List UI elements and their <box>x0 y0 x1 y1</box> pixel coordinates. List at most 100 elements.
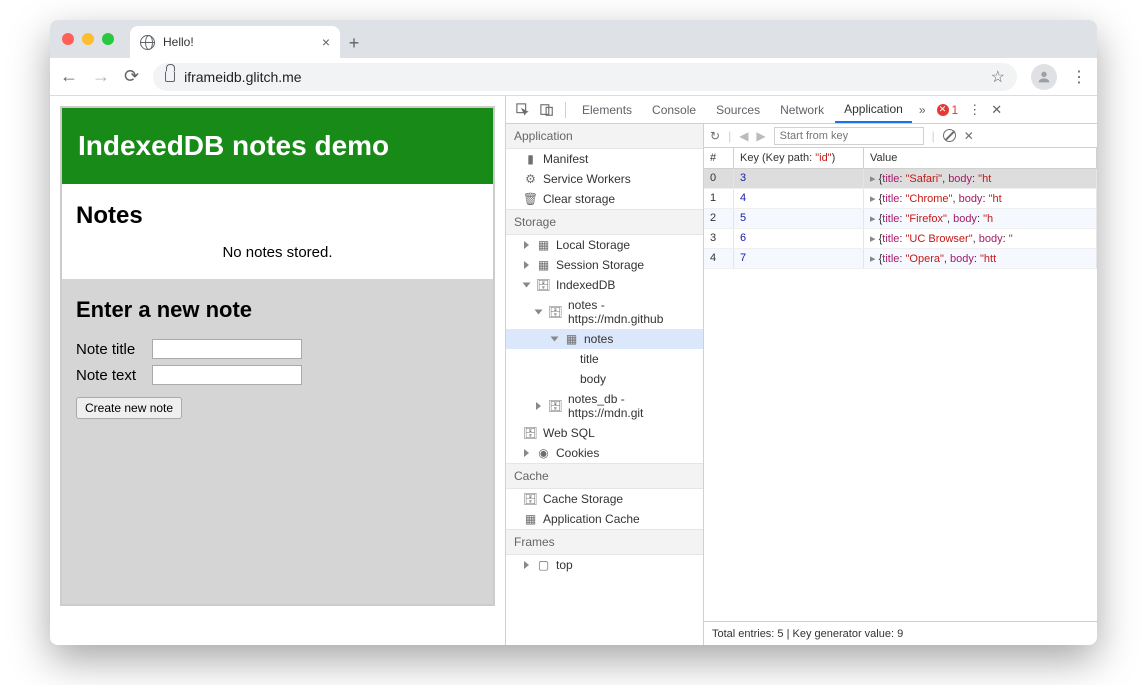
table-row[interactable]: 14▸ {title: "Chrome", body: "ht <box>704 189 1097 209</box>
data-table: # Key (Key path: "id") Value 03▸ {title:… <box>704 148 1097 621</box>
profile-button[interactable] <box>1031 64 1057 90</box>
notes-section: Notes No notes stored. <box>62 184 493 279</box>
notes-heading: Notes <box>76 202 479 230</box>
forward-button[interactable]: → <box>92 66 110 87</box>
note-text-input[interactable] <box>152 365 302 385</box>
notes-app: IndexedDB notes demo Notes No notes stor… <box>60 106 495 606</box>
tab-application[interactable]: Application <box>835 96 912 123</box>
trash-icon: 🗑 <box>524 193 537 206</box>
sidebar-item-notes-db[interactable]: 🗄notes - https://mdn.github <box>506 295 703 329</box>
gear-icon: ⚙ <box>524 173 537 186</box>
key-search-input[interactable] <box>774 127 924 145</box>
devtools-tabbar: Elements Console Sources Network Applica… <box>506 96 1097 124</box>
sidebar-item-websql[interactable]: 🗄Web SQL <box>506 423 703 443</box>
sidebar-item-local-storage[interactable]: ▦Local Storage <box>506 235 703 255</box>
database-icon: 🗄 <box>524 427 537 440</box>
delete-icon[interactable]: ✕ <box>964 129 974 143</box>
application-sidebar: Application ▮Manifest ⚙Service Workers 🗑… <box>506 124 704 645</box>
section-storage: Storage <box>506 209 703 235</box>
file-icon: ▮ <box>524 153 537 166</box>
close-tab-icon[interactable]: × <box>322 34 330 50</box>
error-badge[interactable]: ✕1 <box>933 103 963 117</box>
sidebar-item-top-frame[interactable]: ▢top <box>506 555 703 575</box>
sidebar-item-cookies[interactable]: ◉Cookies <box>506 443 703 463</box>
tab-strip: Hello! × + <box>50 20 1097 58</box>
prev-page-icon[interactable]: ◀ <box>739 129 748 143</box>
sidebar-item-app-cache[interactable]: ▦Application Cache <box>506 509 703 529</box>
sidebar-item-indexeddb[interactable]: 🗄IndexedDB <box>506 275 703 295</box>
database-icon: 🗄 <box>549 400 562 413</box>
more-tabs-icon[interactable]: » <box>914 103 931 117</box>
inspect-icon[interactable] <box>512 103 534 117</box>
sidebar-item-service-workers[interactable]: ⚙Service Workers <box>506 169 703 189</box>
database-icon: 🗄 <box>537 279 550 292</box>
sidebar-item-title-index[interactable]: title <box>506 349 703 369</box>
content-area: IndexedDB notes demo Notes No notes stor… <box>50 96 1097 645</box>
table-header: # Key (Key path: "id") Value <box>704 148 1097 169</box>
toolbar: ← → ⟳ iframeidb.glitch.me ☆ ⋮ <box>50 58 1097 96</box>
device-icon[interactable] <box>536 103 558 117</box>
minimize-window-icon[interactable] <box>82 33 94 45</box>
cookie-icon: ◉ <box>537 447 550 460</box>
devtools-panel: Elements Console Sources Network Applica… <box>505 96 1097 645</box>
sidebar-item-notes-store[interactable]: ▦notes <box>506 329 703 349</box>
frame-icon: ▢ <box>537 559 550 572</box>
tab-network[interactable]: Network <box>771 96 833 123</box>
maximize-window-icon[interactable] <box>102 33 114 45</box>
storage-icon: ▦ <box>537 259 550 272</box>
menu-button[interactable]: ⋮ <box>1071 67 1087 87</box>
note-text-label: Note text <box>76 367 152 384</box>
database-icon: 🗄 <box>549 306 562 319</box>
sidebar-item-cache-storage[interactable]: 🗄Cache Storage <box>506 489 703 509</box>
new-tab-button[interactable]: + <box>340 33 368 54</box>
clear-icon[interactable] <box>943 129 956 142</box>
col-value[interactable]: Value <box>864 148 1097 168</box>
sidebar-item-notes-db2[interactable]: 🗄notes_db - https://mdn.git <box>506 389 703 423</box>
tab-console[interactable]: Console <box>643 96 705 123</box>
window-controls <box>62 33 114 45</box>
sidebar-item-clear-storage[interactable]: 🗑Clear storage <box>506 189 703 209</box>
create-note-button[interactable]: Create new note <box>76 397 182 419</box>
data-panel: ↻ | ◀ ▶ | ✕ # Key (Key path: "id") Va <box>704 124 1097 645</box>
database-icon: 🗄 <box>524 493 537 506</box>
sidebar-item-body-index[interactable]: body <box>506 369 703 389</box>
address-bar[interactable]: iframeidb.glitch.me ☆ <box>153 63 1017 91</box>
table-row[interactable]: 03▸ {title: "Safari", body: "ht <box>704 169 1097 189</box>
tab-elements[interactable]: Elements <box>573 96 641 123</box>
table-row[interactable]: 25▸ {title: "Firefox", body: "h <box>704 209 1097 229</box>
app-header: IndexedDB notes demo <box>62 108 493 184</box>
reload-button[interactable]: ⟳ <box>124 66 139 87</box>
lock-icon <box>165 71 175 82</box>
status-footer: Total entries: 5 | Key generator value: … <box>704 621 1097 645</box>
globe-icon <box>140 35 155 50</box>
next-page-icon[interactable]: ▶ <box>756 129 765 143</box>
col-index[interactable]: # <box>704 148 734 168</box>
devtools-settings-icon[interactable]: ⋮ <box>964 102 985 118</box>
storage-icon: ▦ <box>524 513 537 526</box>
browser-tab[interactable]: Hello! × <box>130 26 340 58</box>
new-note-form: Enter a new note Note title Note text Cr… <box>62 279 493 604</box>
data-toolbar: ↻ | ◀ ▶ | ✕ <box>704 124 1097 148</box>
table-row[interactable]: 47▸ {title: "Opera", body: "htt <box>704 249 1097 269</box>
note-title-input[interactable] <box>152 339 302 359</box>
section-cache: Cache <box>506 463 703 489</box>
form-heading: Enter a new note <box>76 297 479 323</box>
tab-title: Hello! <box>163 35 194 49</box>
tab-sources[interactable]: Sources <box>707 96 769 123</box>
refresh-icon[interactable]: ↻ <box>710 129 720 143</box>
web-page: IndexedDB notes demo Notes No notes stor… <box>50 96 505 645</box>
section-application: Application <box>506 124 703 149</box>
back-button[interactable]: ← <box>60 66 78 87</box>
close-window-icon[interactable] <box>62 33 74 45</box>
sidebar-item-manifest[interactable]: ▮Manifest <box>506 149 703 169</box>
empty-message: No notes stored. <box>76 244 479 261</box>
note-title-label: Note title <box>76 341 152 358</box>
table-row[interactable]: 36▸ {title: "UC Browser", body: " <box>704 229 1097 249</box>
devtools-close-icon[interactable]: ✕ <box>987 102 1006 118</box>
col-key[interactable]: Key (Key path: "id") <box>734 148 864 168</box>
url-text: iframeidb.glitch.me <box>184 69 302 85</box>
storage-icon: ▦ <box>537 239 550 252</box>
bookmark-icon[interactable]: ☆ <box>991 67 1005 87</box>
table-icon: ▦ <box>565 333 578 346</box>
sidebar-item-session-storage[interactable]: ▦Session Storage <box>506 255 703 275</box>
